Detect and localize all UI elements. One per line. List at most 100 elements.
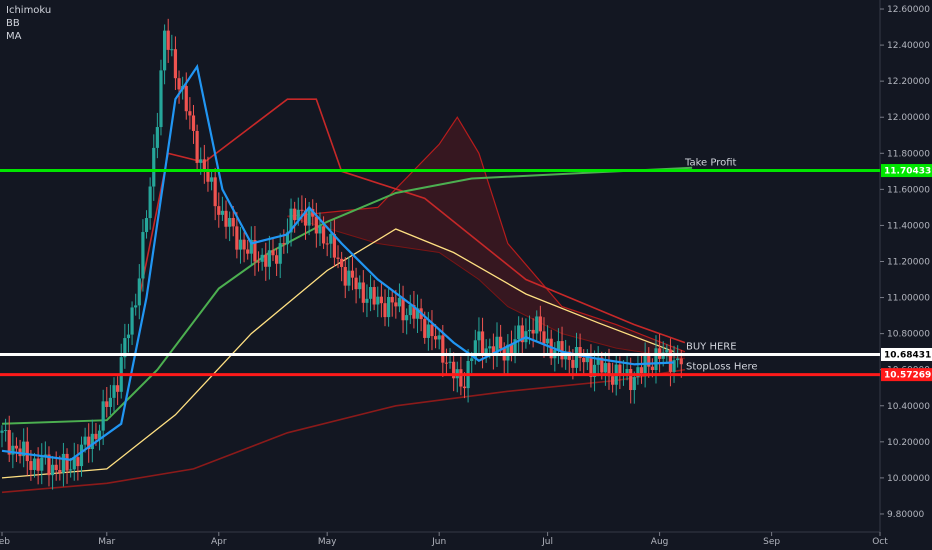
candle-body[interactable] [246,249,250,254]
candle-body[interactable] [36,458,40,471]
candle-body[interactable] [271,250,275,256]
candle-body[interactable] [401,297,405,321]
candle-body[interactable] [217,206,221,215]
candle-body[interactable] [105,401,109,407]
candle-body[interactable] [159,70,163,128]
candle-body[interactable] [350,270,355,278]
candle-body[interactable] [282,243,286,245]
candle-body[interactable] [538,316,542,332]
candle-body[interactable] [390,297,394,303]
candle-body[interactable] [76,457,80,467]
candle-body[interactable] [387,297,391,318]
candle-body[interactable] [488,346,492,349]
candle-body[interactable] [256,261,261,263]
candle-body[interactable] [213,177,217,207]
price-chart[interactable]: 9.8000010.0000010.2000010.4000010.600001… [0,0,932,550]
candle-body[interactable] [242,239,246,250]
candle-body[interactable] [177,78,181,90]
candle-body[interactable] [25,441,29,462]
candle-body[interactable] [278,243,282,264]
candle-body[interactable] [134,305,138,308]
candle-body[interactable] [437,335,441,340]
candle-body[interactable] [50,464,55,476]
candle-body[interactable] [170,49,174,51]
candle-body[interactable] [162,30,167,71]
candle-body[interactable] [361,282,365,303]
candle-body[interactable] [343,266,347,286]
candle-body[interactable] [0,430,4,433]
candle-body[interactable] [654,348,658,371]
candle-body[interactable] [354,277,358,290]
indicator-label-ichimoku[interactable]: Ichimoku [6,4,51,17]
candle-body[interactable] [209,177,214,182]
candle-body[interactable] [571,359,575,368]
candle-body[interactable] [29,461,33,470]
candle-body[interactable] [499,336,503,349]
candle-body[interactable] [444,362,449,364]
candle-body[interactable] [433,336,438,340]
candle-body[interactable] [166,30,170,50]
candle-body[interactable] [336,257,340,259]
candle-body[interactable] [340,258,344,267]
candle-body[interactable] [126,334,131,339]
candle-body[interactable] [611,376,615,385]
candle-body[interactable] [629,368,633,391]
candle-body[interactable] [625,368,629,374]
candle-body[interactable] [79,444,84,467]
candle-body[interactable] [155,127,159,148]
candle-body[interactable] [188,111,192,116]
candle-body[interactable] [224,210,228,227]
candle-body[interactable] [531,329,535,334]
candle[interactable] [195,124,199,170]
candle[interactable] [159,59,163,136]
indicator-label-ma[interactable]: MA [6,30,51,43]
candle-body[interactable] [94,433,98,439]
candle-body[interactable] [184,86,188,112]
candle-body[interactable] [58,469,62,473]
candle-body[interactable] [65,453,69,471]
candle-body[interactable] [397,297,402,307]
candle-body[interactable] [173,49,178,79]
candle-body[interactable] [137,278,141,306]
candle-body[interactable] [14,445,19,449]
candle-body[interactable] [368,287,373,299]
candle-body[interactable] [372,287,376,305]
candle-body[interactable] [408,304,412,316]
candle-body[interactable] [379,296,383,304]
candle-body[interactable] [517,325,521,340]
candle-body[interactable] [130,307,134,335]
candle-body[interactable] [152,147,156,187]
candle-body[interactable] [430,324,434,337]
candle-body[interactable] [542,331,546,344]
candle-body[interactable] [365,298,369,303]
candle-body[interactable] [228,217,232,227]
candle-body[interactable] [394,302,398,307]
candle-body[interactable] [582,357,586,363]
candle-body[interactable] [545,338,550,344]
candle-body[interactable] [40,457,44,471]
candle-body[interactable] [260,254,264,262]
candle-body[interactable] [191,115,196,131]
candle-body[interactable] [603,363,607,373]
candle-body[interactable] [267,250,271,267]
candle-body[interactable] [54,464,58,470]
candle-body[interactable] [101,401,105,431]
candle-body[interactable] [4,430,8,432]
candle-body[interactable] [116,385,120,392]
candle-body[interactable] [112,385,116,398]
candle-body[interactable] [235,226,239,250]
candle-body[interactable] [231,217,235,227]
indicator-label-bb[interactable]: BB [6,17,51,30]
candle-body[interactable] [32,458,37,470]
candle-body[interactable] [199,159,203,163]
candle-body[interactable] [329,234,333,244]
candle-body[interactable] [314,216,318,234]
candle-body[interactable] [321,226,326,244]
candle-body[interactable] [307,209,311,226]
candle-body[interactable] [668,349,673,372]
candle-body[interactable] [275,255,279,264]
candle-body[interactable] [195,130,199,163]
candle-body[interactable] [108,397,112,407]
candle-body[interactable] [264,254,268,267]
candle-body[interactable] [238,239,243,250]
